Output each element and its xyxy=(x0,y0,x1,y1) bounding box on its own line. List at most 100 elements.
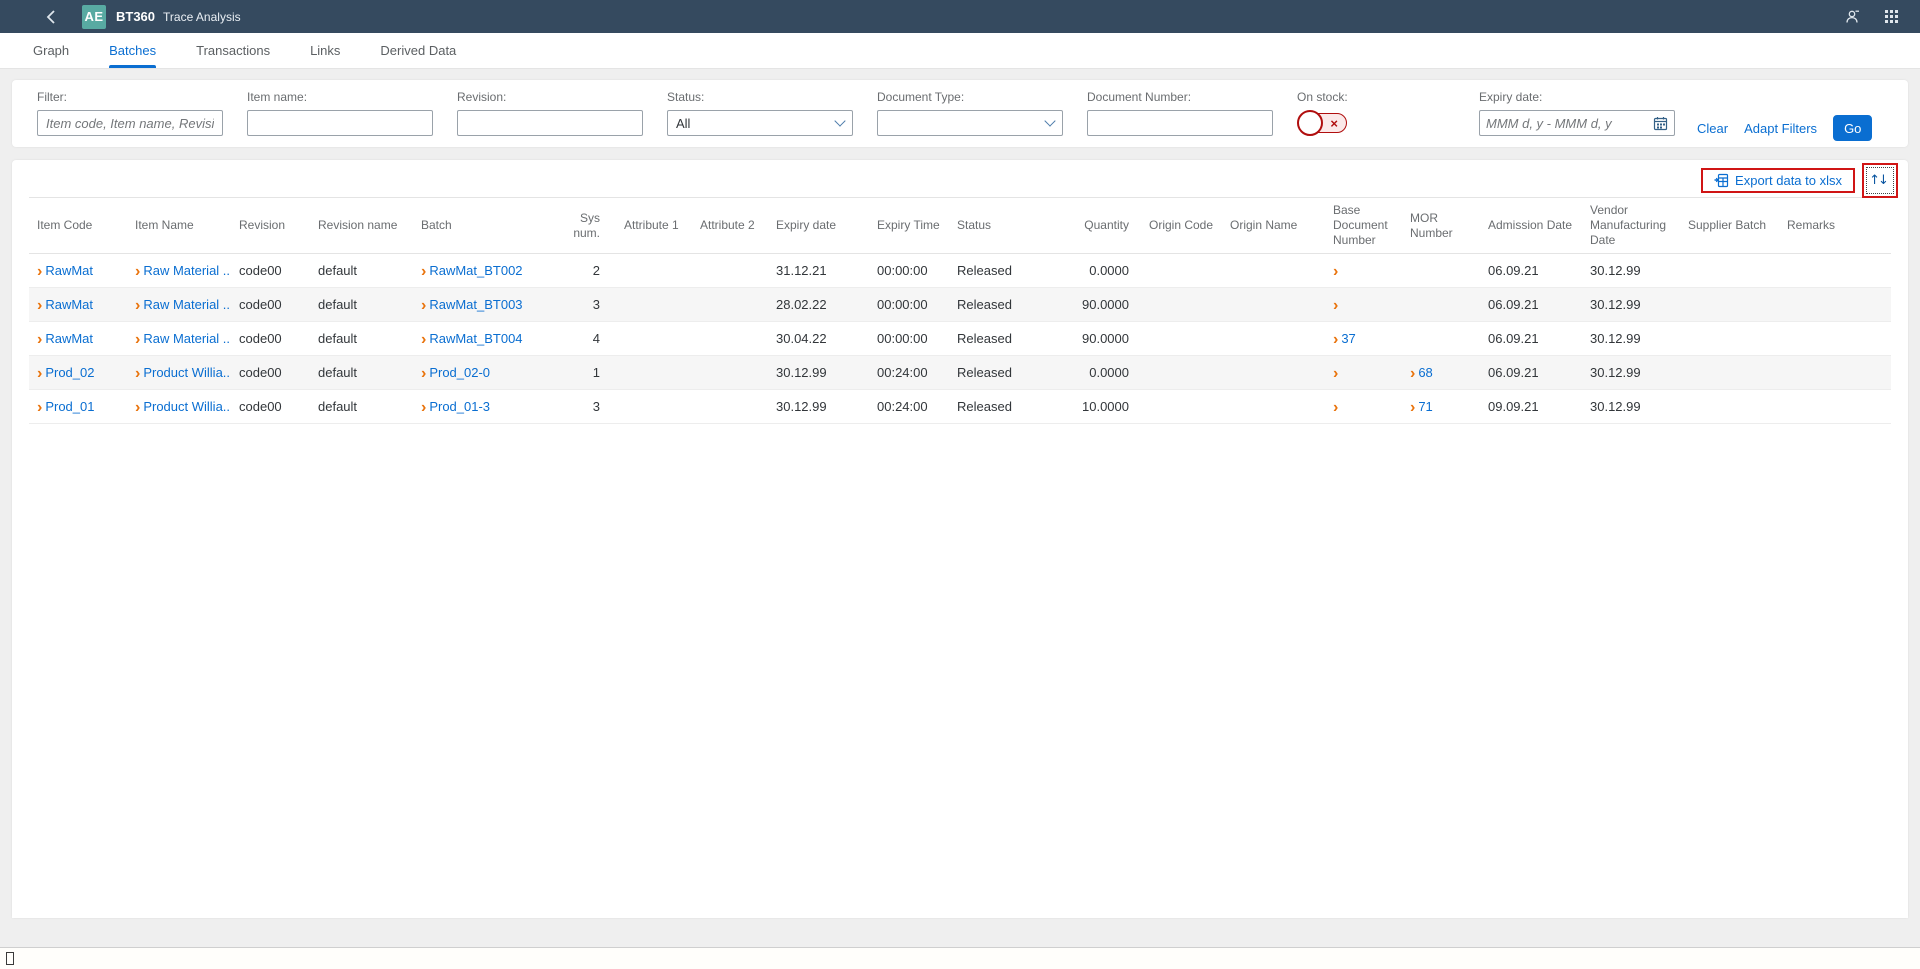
item-name-link[interactable]: Raw Material ... xyxy=(143,331,231,346)
col-expiry-time: Expiry Time xyxy=(869,198,949,254)
cell-expiry-date: 31.12.21 xyxy=(768,254,869,288)
toggle-off-x-icon: × xyxy=(1330,117,1338,130)
on-stock-label: On stock: xyxy=(1297,90,1349,104)
cell-vendor-manufacturing-date: 30.12.99 xyxy=(1582,288,1680,322)
cell-revision-name: default xyxy=(310,254,413,288)
mor-link-group: ›68 xyxy=(1410,365,1433,380)
cell-quantity: 0.0000 xyxy=(1065,356,1141,390)
mor-number-link[interactable]: 68 xyxy=(1418,365,1432,380)
document-number-field: Document Number: xyxy=(1087,90,1273,136)
item-name-link[interactable]: Product Willia... xyxy=(143,365,231,380)
document-type-select[interactable] xyxy=(877,110,1063,136)
nav-chevron-icon: › xyxy=(37,297,42,314)
go-button[interactable]: Go xyxy=(1833,115,1872,141)
col-supplier-batch: Supplier Batch xyxy=(1680,198,1779,254)
cell-origin-name xyxy=(1222,288,1325,322)
col-item-name: Item Name xyxy=(127,198,231,254)
col-origin-name: Origin Name xyxy=(1222,198,1325,254)
mor-number-link[interactable]: 71 xyxy=(1418,399,1432,414)
document-number-input[interactable] xyxy=(1087,110,1273,136)
adapt-filters-button[interactable]: Adapt Filters xyxy=(1736,117,1825,140)
revision-input[interactable] xyxy=(457,110,643,136)
cell-admission-date: 06.09.21 xyxy=(1480,254,1582,288)
export-button-label: Export data to xlsx xyxy=(1735,173,1842,188)
cell-quantity: 0.0000 xyxy=(1065,254,1141,288)
item-code-link[interactable]: RawMat xyxy=(45,263,93,278)
shell-header: AE BT360 Trace Analysis xyxy=(0,0,1920,33)
item-name-link[interactable]: Raw Material ... xyxy=(143,263,231,278)
nav-chevron-icon: › xyxy=(421,365,426,382)
cell-sys-num: 4 xyxy=(546,322,616,356)
nav-chevron-icon: › xyxy=(135,297,140,314)
item-code-link[interactable]: RawMat xyxy=(45,331,93,346)
tab-graph[interactable]: Graph xyxy=(33,33,69,68)
batch-link[interactable]: Prod_02-0 xyxy=(429,365,490,380)
clear-button[interactable]: Clear xyxy=(1689,117,1736,140)
filter-bar: Filter: Item name: Revision: Status: All… xyxy=(12,80,1908,147)
cell-origin-code xyxy=(1141,390,1222,424)
cell-base-document-number: ›37 xyxy=(1325,322,1402,356)
nav-chevron-icon: › xyxy=(135,331,140,348)
cell-status: Released xyxy=(949,390,1065,424)
nav-chevron-icon: › xyxy=(135,263,140,280)
item-name-input[interactable] xyxy=(247,110,433,136)
nav-chevron-icon: › xyxy=(1333,297,1338,314)
table-row: ›RawMat ›Raw Material ... code00 default… xyxy=(29,322,1891,356)
col-vendor-manufacturing-date: Vendor Manufacturing Date xyxy=(1582,198,1680,254)
nav-chevron-icon: › xyxy=(1333,263,1338,280)
app-subtitle: Trace Analysis xyxy=(163,10,241,24)
batch-link[interactable]: RawMat_BT003 xyxy=(429,297,522,312)
item-name-link[interactable]: Raw Material ... xyxy=(143,297,231,312)
cell-item-code: ›RawMat xyxy=(29,322,127,356)
cell-revision: code00 xyxy=(231,390,310,424)
item-name-link[interactable]: Product Willia... xyxy=(143,399,231,414)
item-code-link[interactable]: Prod_01 xyxy=(45,399,94,414)
item-code-link[interactable]: Prod_02 xyxy=(45,365,94,380)
filter-input[interactable] xyxy=(37,110,223,136)
cell-expiry-time: 00:00:00 xyxy=(869,322,949,356)
batch-link[interactable]: RawMat_BT002 xyxy=(429,263,522,278)
date-picker-button[interactable] xyxy=(1651,116,1674,131)
cell-expiry-date: 30.12.99 xyxy=(768,356,869,390)
cell-remarks xyxy=(1779,288,1891,322)
tab-links[interactable]: Links xyxy=(310,33,340,68)
chevron-down-icon xyxy=(834,115,845,126)
app-finder-button[interactable] xyxy=(1876,4,1906,30)
col-revision: Revision xyxy=(231,198,310,254)
user-button[interactable] xyxy=(1838,4,1868,30)
expiry-date-input[interactable] xyxy=(1480,112,1651,134)
sort-button[interactable]: ↑↓ xyxy=(1866,167,1894,194)
cell-item-name: ›Product Willia... xyxy=(127,390,231,424)
tab-batches[interactable]: Batches xyxy=(109,33,156,68)
cell-mor-number: › xyxy=(1402,254,1480,288)
cell-vendor-manufacturing-date: 30.12.99 xyxy=(1582,254,1680,288)
cell-supplier-batch xyxy=(1680,322,1779,356)
col-quantity: Quantity xyxy=(1065,198,1141,254)
item-code-link[interactable]: RawMat xyxy=(45,297,93,312)
cell-sys-num: 3 xyxy=(546,288,616,322)
batch-link[interactable]: RawMat_BT004 xyxy=(429,331,522,346)
nav-chevron-icon: › xyxy=(37,263,42,280)
on-stock-toggle[interactable]: × xyxy=(1297,110,1349,136)
cell-admission-date: 06.09.21 xyxy=(1480,356,1582,390)
tab-bar: Graph Batches Transactions Links Derived… xyxy=(0,33,1920,69)
base-document-link[interactable]: 37 xyxy=(1341,331,1355,346)
cell-expiry-time: 00:00:00 xyxy=(869,254,949,288)
cell-revision-name: default xyxy=(310,288,413,322)
nav-chevron-icon: › xyxy=(421,331,426,348)
batch-link[interactable]: Prod_01-3 xyxy=(429,399,490,414)
cell-mor-number: › xyxy=(1402,322,1480,356)
cell-remarks xyxy=(1779,356,1891,390)
cell-origin-code xyxy=(1141,356,1222,390)
tab-transactions[interactable]: Transactions xyxy=(196,33,270,68)
cell-revision-name: default xyxy=(310,390,413,424)
status-select[interactable]: All xyxy=(667,110,853,136)
col-remarks: Remarks xyxy=(1779,198,1891,254)
col-attribute-2: Attribute 2 xyxy=(692,198,768,254)
col-expiry-date: Expiry date xyxy=(768,198,869,254)
export-to-xlsx-button[interactable]: Export data to xlsx xyxy=(1708,172,1848,189)
cell-remarks xyxy=(1779,322,1891,356)
back-button[interactable] xyxy=(38,4,64,30)
cell-attribute-2 xyxy=(692,356,768,390)
tab-derived-data[interactable]: Derived Data xyxy=(380,33,456,68)
